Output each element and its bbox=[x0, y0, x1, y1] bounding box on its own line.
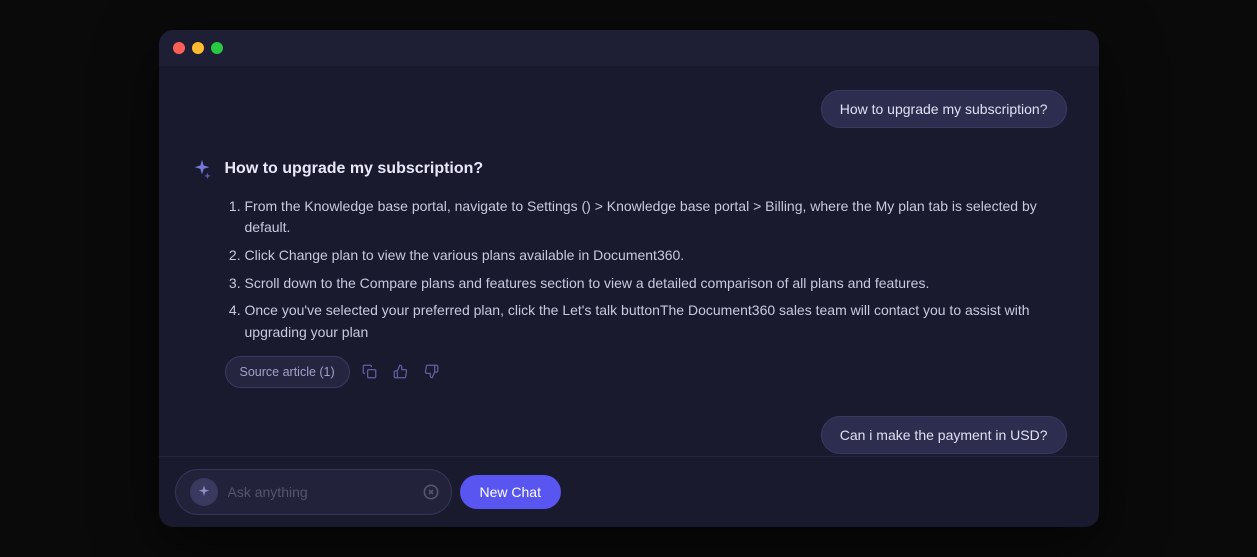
input-bar: New Chat bbox=[159, 456, 1099, 527]
copy-button-1[interactable] bbox=[358, 360, 381, 383]
bottom-row: New Chat bbox=[175, 469, 1083, 515]
input-avatar-icon bbox=[190, 478, 218, 506]
chat-input[interactable] bbox=[228, 484, 409, 500]
close-dot[interactable] bbox=[173, 42, 185, 54]
user-message-2: Can i make the payment in USD? bbox=[821, 416, 1067, 454]
assistant-content-1: How to upgrade my subscription? From the… bbox=[225, 156, 1067, 388]
maximize-dot[interactable] bbox=[211, 42, 223, 54]
list-item-3: Scroll down to the Compare plans and fea… bbox=[245, 273, 1067, 295]
assistant-icon bbox=[191, 158, 213, 180]
minimize-dot[interactable] bbox=[192, 42, 204, 54]
user-message-1: How to upgrade my subscription? bbox=[821, 90, 1067, 128]
list-item-2: Click Change plan to view the various pl… bbox=[245, 245, 1067, 267]
source-badge-1[interactable]: Source article (1) bbox=[225, 356, 350, 388]
list-item-1: From the Knowledge base portal, navigate… bbox=[245, 196, 1067, 239]
source-row-1: Source article (1) bbox=[225, 356, 1067, 388]
chat-window: How to upgrade my subscription? How to u… bbox=[159, 30, 1099, 527]
chat-body: How to upgrade my subscription? How to u… bbox=[159, 66, 1099, 456]
assistant-list-1: From the Knowledge base portal, navigate… bbox=[225, 196, 1067, 344]
assistant-heading-1: How to upgrade my subscription? bbox=[225, 156, 1067, 182]
thumbs-down-button-1[interactable] bbox=[420, 360, 443, 383]
clear-input-button[interactable] bbox=[419, 480, 443, 504]
list-item-4: Once you've selected your preferred plan… bbox=[245, 300, 1067, 343]
new-chat-button[interactable]: New Chat bbox=[460, 475, 561, 509]
titlebar bbox=[159, 30, 1099, 66]
thumbs-up-button-1[interactable] bbox=[389, 360, 412, 383]
input-wrapper bbox=[175, 469, 452, 515]
assistant-message-1: How to upgrade my subscription? From the… bbox=[191, 156, 1067, 388]
